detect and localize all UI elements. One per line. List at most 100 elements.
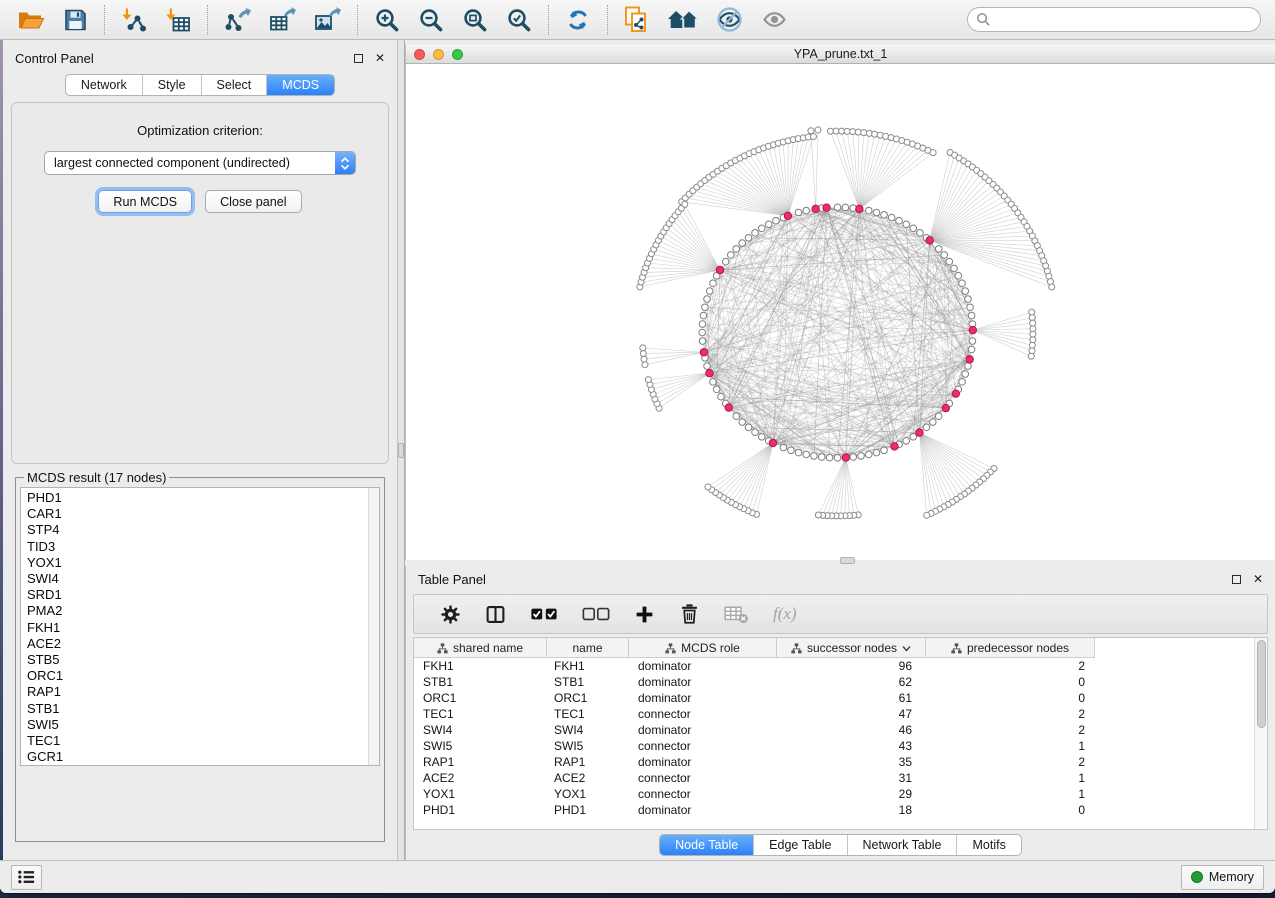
mcds-result-item[interactable]: STB1 bbox=[27, 701, 379, 717]
tab-motifs[interactable]: Motifs bbox=[957, 835, 1020, 855]
float-window-icon[interactable] bbox=[1232, 575, 1241, 584]
search-icon bbox=[976, 12, 991, 27]
table-row[interactable]: RAP1RAP1dominator352 bbox=[414, 754, 1095, 770]
network-window: YPA_prune.txt_1 bbox=[405, 45, 1275, 560]
close-panel-button[interactable]: Close panel bbox=[205, 190, 302, 213]
task-history-button[interactable] bbox=[11, 865, 42, 890]
vertical-splitter[interactable] bbox=[397, 40, 405, 860]
table-cell: 47 bbox=[777, 707, 926, 721]
memory-button[interactable]: Memory bbox=[1181, 865, 1264, 890]
mcds-result-item[interactable]: FKH1 bbox=[27, 620, 379, 636]
mcds-result-item[interactable]: PMA2 bbox=[27, 603, 379, 619]
tab-mcds[interactable]: MCDS bbox=[267, 75, 334, 95]
create-column-button[interactable] bbox=[631, 602, 658, 627]
mcds-list-scrollbar[interactable] bbox=[368, 488, 379, 765]
network-view[interactable] bbox=[406, 64, 1275, 560]
tab-edge-table[interactable]: Edge Table bbox=[754, 835, 847, 855]
zoom-in-button[interactable] bbox=[371, 5, 403, 35]
table-row[interactable]: STB1STB1dominator620 bbox=[414, 674, 1095, 690]
column-header-mcds-role[interactable]: MCDS role bbox=[629, 638, 777, 658]
export-network-button[interactable] bbox=[221, 5, 254, 35]
deselect-all-rows-button[interactable] bbox=[579, 603, 613, 625]
table-settings-button[interactable] bbox=[437, 602, 464, 627]
column-header-shared-name[interactable]: shared name bbox=[414, 638, 547, 658]
mcds-result-item[interactable]: RAP1 bbox=[27, 684, 379, 700]
zoom-selected-button[interactable] bbox=[503, 5, 535, 35]
import-network-button[interactable] bbox=[118, 5, 150, 35]
fx-icon: f(x) bbox=[773, 604, 797, 624]
clone-network-button[interactable] bbox=[621, 4, 652, 35]
run-mcds-button[interactable]: Run MCDS bbox=[98, 190, 192, 213]
mcds-result-item[interactable]: TID3 bbox=[27, 539, 379, 555]
two-houses-icon bbox=[667, 8, 698, 32]
network-canvas[interactable] bbox=[406, 64, 1275, 560]
table-panel: Table Panel ✕ f(x) bbox=[405, 566, 1275, 860]
mcds-result-item[interactable]: TEC1 bbox=[27, 733, 379, 749]
show-columns-button[interactable] bbox=[482, 602, 509, 627]
mcds-result-item[interactable]: PHD1 bbox=[27, 490, 379, 506]
table-row[interactable]: SWI5SWI5connector431 bbox=[414, 738, 1095, 754]
export-network-icon bbox=[224, 7, 251, 33]
scrollbar-thumb[interactable] bbox=[1257, 640, 1266, 728]
zoom-in-icon bbox=[374, 7, 400, 33]
open-file-button[interactable] bbox=[14, 6, 48, 34]
mcds-result-item[interactable]: SRD1 bbox=[27, 587, 379, 603]
column-header-successor-nodes[interactable]: successor nodes bbox=[777, 638, 926, 658]
search-input[interactable] bbox=[991, 10, 1260, 30]
mcds-result-item[interactable]: ACE2 bbox=[27, 636, 379, 652]
table-row[interactable]: PHD1PHD1dominator180 bbox=[414, 802, 1095, 818]
tab-network[interactable]: Network bbox=[66, 75, 143, 95]
close-panel-icon[interactable]: ✕ bbox=[375, 52, 385, 64]
delete-column-button[interactable] bbox=[676, 601, 703, 627]
network-title: YPA_prune.txt_1 bbox=[406, 47, 1275, 61]
float-window-icon[interactable] bbox=[354, 54, 363, 63]
table-row[interactable]: YOX1YOX1connector291 bbox=[414, 786, 1095, 802]
table-cell: SWI5 bbox=[547, 739, 629, 753]
criterion-select[interactable]: largest connected component (undirected) bbox=[44, 151, 356, 175]
mcds-result-item[interactable]: CAR1 bbox=[27, 506, 379, 522]
tab-node-table[interactable]: Node Table bbox=[660, 835, 754, 855]
export-table-button[interactable] bbox=[266, 5, 299, 35]
mcds-result-item[interactable]: YOX1 bbox=[27, 555, 379, 571]
horizontal-splitter[interactable] bbox=[405, 560, 1275, 566]
refresh-button[interactable] bbox=[562, 5, 594, 35]
tab-select[interactable]: Select bbox=[202, 75, 268, 95]
table-cell: 61 bbox=[777, 691, 926, 705]
first-neighbors-button[interactable] bbox=[664, 6, 701, 34]
hide-selected-button[interactable] bbox=[713, 4, 746, 35]
table-cell: 18 bbox=[777, 803, 926, 817]
mcds-result-item[interactable]: SWI5 bbox=[27, 717, 379, 733]
mcds-result-list: PHD1CAR1STP4TID3YOX1SWI4SRD1PMA2FKH1ACE2… bbox=[20, 487, 380, 766]
table-row[interactable]: ORC1ORC1dominator610 bbox=[414, 690, 1095, 706]
table-row[interactable]: ACE2ACE2connector311 bbox=[414, 770, 1095, 786]
import-table-button[interactable] bbox=[162, 5, 194, 35]
table-row[interactable]: FKH1FKH1dominator962 bbox=[414, 658, 1095, 674]
table-cell: 0 bbox=[926, 803, 1095, 817]
save-session-button[interactable] bbox=[60, 6, 91, 34]
mcds-result-item[interactable]: STB5 bbox=[27, 652, 379, 668]
column-header-name[interactable]: name bbox=[547, 638, 629, 658]
mcds-result-item[interactable]: STP4 bbox=[27, 522, 379, 538]
splitter-handle[interactable] bbox=[840, 557, 855, 564]
splitter-handle[interactable] bbox=[398, 443, 404, 458]
plus-icon bbox=[634, 604, 655, 625]
zoom-selected-icon bbox=[506, 7, 532, 33]
column-header-predecessor-nodes[interactable]: predecessor nodes bbox=[926, 638, 1095, 658]
zoom-out-button[interactable] bbox=[415, 5, 447, 35]
mcds-result-item[interactable]: SWI4 bbox=[27, 571, 379, 587]
tab-network-table[interactable]: Network Table bbox=[848, 835, 958, 855]
mcds-result-item[interactable]: GCR1 bbox=[27, 749, 379, 765]
table-cell: 35 bbox=[777, 755, 926, 769]
table-scrollbar[interactable] bbox=[1254, 638, 1267, 829]
mcds-result-group: MCDS result (17 nodes) PHD1CAR1STP4TID3Y… bbox=[15, 470, 385, 842]
zoom-fit-button[interactable] bbox=[459, 5, 491, 35]
table-cell: 1 bbox=[926, 771, 1095, 785]
table-cell: ORC1 bbox=[547, 691, 629, 705]
mcds-result-item[interactable]: ORC1 bbox=[27, 668, 379, 684]
export-image-button[interactable] bbox=[311, 5, 344, 35]
table-row[interactable]: SWI4SWI4dominator462 bbox=[414, 722, 1095, 738]
table-row[interactable]: TEC1TEC1connector472 bbox=[414, 706, 1095, 722]
tab-style[interactable]: Style bbox=[143, 75, 202, 95]
select-all-rows-button[interactable] bbox=[527, 603, 561, 625]
close-panel-icon[interactable]: ✕ bbox=[1253, 573, 1263, 585]
